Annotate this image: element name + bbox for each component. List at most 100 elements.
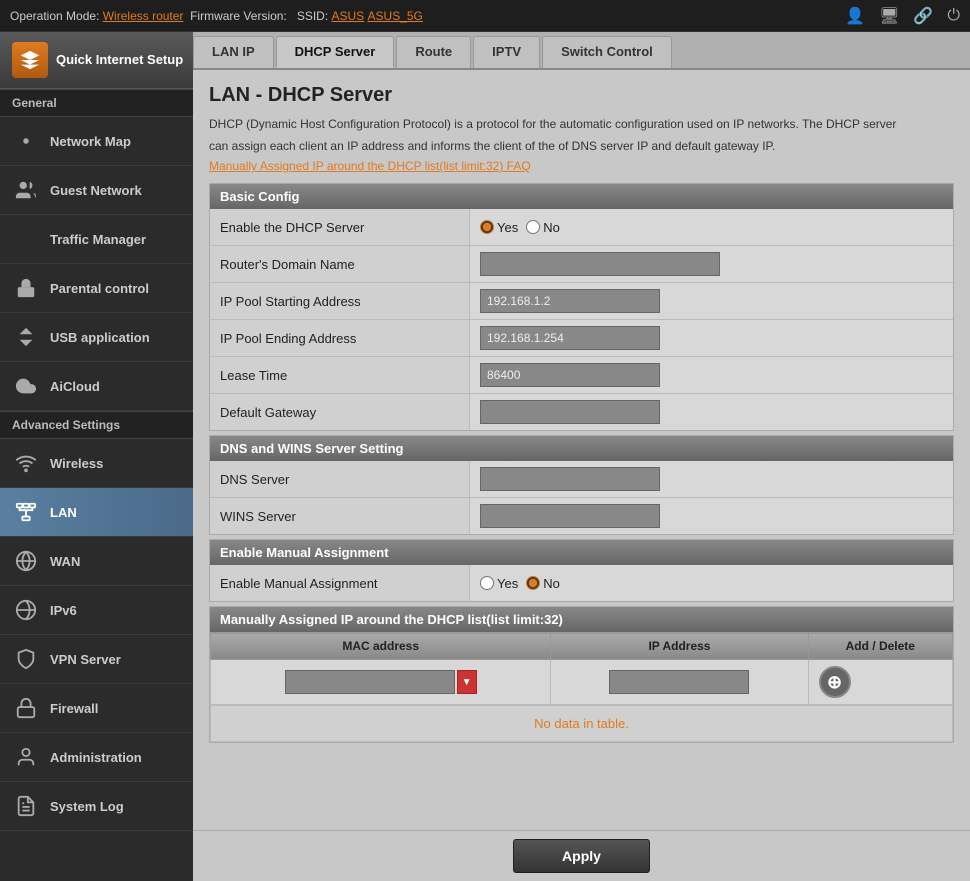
tab-switch-control[interactable]: Switch Control: [542, 36, 672, 68]
mac-address-input[interactable]: [285, 670, 455, 694]
user-icon[interactable]: 👤: [845, 6, 865, 26]
manual-assignment-table: MAC address IP Address Add / Delete ▼: [210, 632, 953, 705]
apply-button[interactable]: Apply: [513, 839, 650, 873]
tab-route[interactable]: Route: [396, 36, 471, 68]
enable-manual-yes-label[interactable]: Yes: [480, 576, 518, 591]
ip-pool-end-row: IP Pool Ending Address: [210, 320, 953, 357]
quick-setup-item[interactable]: Quick Internet Setup: [0, 32, 193, 89]
default-gateway-label: Default Gateway: [210, 394, 470, 430]
share-icon[interactable]: 🔗: [913, 6, 933, 26]
wins-server-value: [470, 498, 953, 534]
lease-time-row: Lease Time: [210, 357, 953, 394]
enable-dhcp-no-radio[interactable]: [526, 220, 540, 234]
router-domain-input[interactable]: [480, 252, 720, 276]
ip-address-cell: [551, 660, 808, 705]
sidebar-item-label: System Log: [50, 799, 124, 814]
enable-dhcp-yes-radio[interactable]: [480, 220, 494, 234]
enable-dhcp-yes-label[interactable]: Yes: [480, 220, 518, 235]
sidebar-item-label: Parental control: [50, 281, 149, 296]
sidebar-item-usb-application[interactable]: USB application: [0, 313, 193, 362]
general-section-label: General: [0, 89, 193, 117]
firmware-label: Firmware Version:: [190, 9, 287, 23]
enable-dhcp-radio-group: Yes No: [480, 220, 560, 235]
sidebar-item-label: Network Map: [50, 134, 131, 149]
power-icon[interactable]: ⏻: [947, 7, 960, 25]
faq-link[interactable]: Manually Assigned IP around the DHCP lis…: [209, 159, 954, 173]
page-title: LAN - DHCP Server: [209, 84, 954, 107]
lease-time-input[interactable]: [480, 363, 660, 387]
usb-application-icon: [12, 323, 40, 351]
sidebar-item-guest-network[interactable]: Guest Network: [0, 166, 193, 215]
default-gateway-row: Default Gateway: [210, 394, 953, 430]
quick-setup-label: Quick Internet Setup: [56, 52, 183, 69]
enable-dhcp-row: Enable the DHCP Server Yes No: [210, 209, 953, 246]
wins-server-label: WINS Server: [210, 498, 470, 534]
ipv6-icon: [12, 596, 40, 624]
sidebar-item-system-log[interactable]: System Log: [0, 782, 193, 831]
advanced-section-label: Advanced Settings: [0, 411, 193, 439]
ip-pool-start-label: IP Pool Starting Address: [210, 283, 470, 319]
ssid-label: SSID:: [297, 9, 328, 23]
network-map-icon: [12, 127, 40, 155]
sidebar-item-firewall[interactable]: Firewall: [0, 684, 193, 733]
tab-bar: LAN IP DHCP Server Route IPTV Switch Con…: [193, 32, 970, 70]
tab-iptv[interactable]: IPTV: [473, 36, 540, 68]
ssid-value[interactable]: ASUS: [332, 9, 365, 23]
manual-table-section: Manually Assigned IP around the DHCP lis…: [209, 606, 954, 743]
operation-mode-value[interactable]: Wireless router: [103, 9, 184, 23]
manual-table-header: Manually Assigned IP around the DHCP lis…: [210, 607, 953, 632]
firewall-icon: [12, 694, 40, 722]
enable-manual-value: Yes No: [470, 570, 953, 597]
sidebar-item-label: USB application: [50, 330, 150, 345]
sidebar-item-label: AiCloud: [50, 379, 100, 394]
enable-manual-row: Enable Manual Assignment Yes No: [210, 565, 953, 601]
sidebar-item-administration[interactable]: Administration: [0, 733, 193, 782]
tab-dhcp-server[interactable]: DHCP Server: [276, 36, 395, 68]
monitor-icon[interactable]: 🖥: [879, 6, 899, 26]
mac-dropdown-arrow[interactable]: ▼: [457, 670, 477, 694]
sidebar-item-label: LAN: [50, 505, 77, 520]
sidebar-item-lan[interactable]: LAN: [0, 488, 193, 537]
ip-pool-end-input[interactable]: [480, 326, 660, 350]
dns-server-value: [470, 461, 953, 497]
default-gateway-input[interactable]: [480, 400, 660, 424]
sidebar-item-traffic-manager[interactable]: Traffic Manager: [0, 215, 193, 264]
sidebar-item-parental-control[interactable]: Parental control: [0, 264, 193, 313]
dns-server-input[interactable]: [480, 467, 660, 491]
sidebar-item-wan[interactable]: WAN: [0, 537, 193, 586]
wireless-icon: [12, 449, 40, 477]
sidebar-item-wireless[interactable]: Wireless: [0, 439, 193, 488]
add-entry-button[interactable]: ⊕: [819, 666, 851, 698]
no-data-message: No data in table.: [210, 705, 953, 742]
enable-manual-no-label[interactable]: No: [526, 576, 560, 591]
content-area: LAN IP DHCP Server Route IPTV Switch Con…: [193, 32, 970, 881]
manual-assignment-header: Enable Manual Assignment: [210, 540, 953, 565]
tab-lan-ip[interactable]: LAN IP: [193, 36, 274, 68]
sidebar-item-vpn-server[interactable]: VPN Server: [0, 635, 193, 684]
wins-server-input[interactable]: [480, 504, 660, 528]
sidebar-item-ipv6[interactable]: IPv6: [0, 586, 193, 635]
sidebar-item-aicloud[interactable]: AiCloud: [0, 362, 193, 411]
enable-manual-yes-radio[interactable]: [480, 576, 494, 590]
sidebar-item-network-map[interactable]: Network Map: [0, 117, 193, 166]
ssid-5g-value[interactable]: ASUS_5G: [368, 9, 423, 23]
router-domain-value: [470, 246, 953, 282]
enable-manual-no-radio[interactable]: [526, 576, 540, 590]
sidebar-item-label: Guest Network: [50, 183, 142, 198]
lan-icon: [12, 498, 40, 526]
wins-server-row: WINS Server: [210, 498, 953, 534]
top-icons: 👤 🖥 🔗 ⏻: [845, 6, 960, 26]
system-log-icon: [12, 792, 40, 820]
ip-pool-start-input[interactable]: [480, 289, 660, 313]
aicloud-icon: [12, 372, 40, 400]
sidebar: Quick Internet Setup General Network Map…: [0, 32, 193, 881]
sidebar-item-label: IPv6: [50, 603, 77, 618]
apply-bar: Apply: [193, 830, 970, 881]
sidebar-item-label: VPN Server: [50, 652, 121, 667]
add-delete-cell: ⊕: [808, 660, 952, 705]
table-input-row: ▼ ⊕: [211, 660, 953, 705]
col-add-delete: Add / Delete: [808, 633, 952, 660]
default-gateway-value: [470, 394, 953, 430]
ip-address-input[interactable]: [609, 670, 749, 694]
enable-dhcp-no-label[interactable]: No: [526, 220, 560, 235]
